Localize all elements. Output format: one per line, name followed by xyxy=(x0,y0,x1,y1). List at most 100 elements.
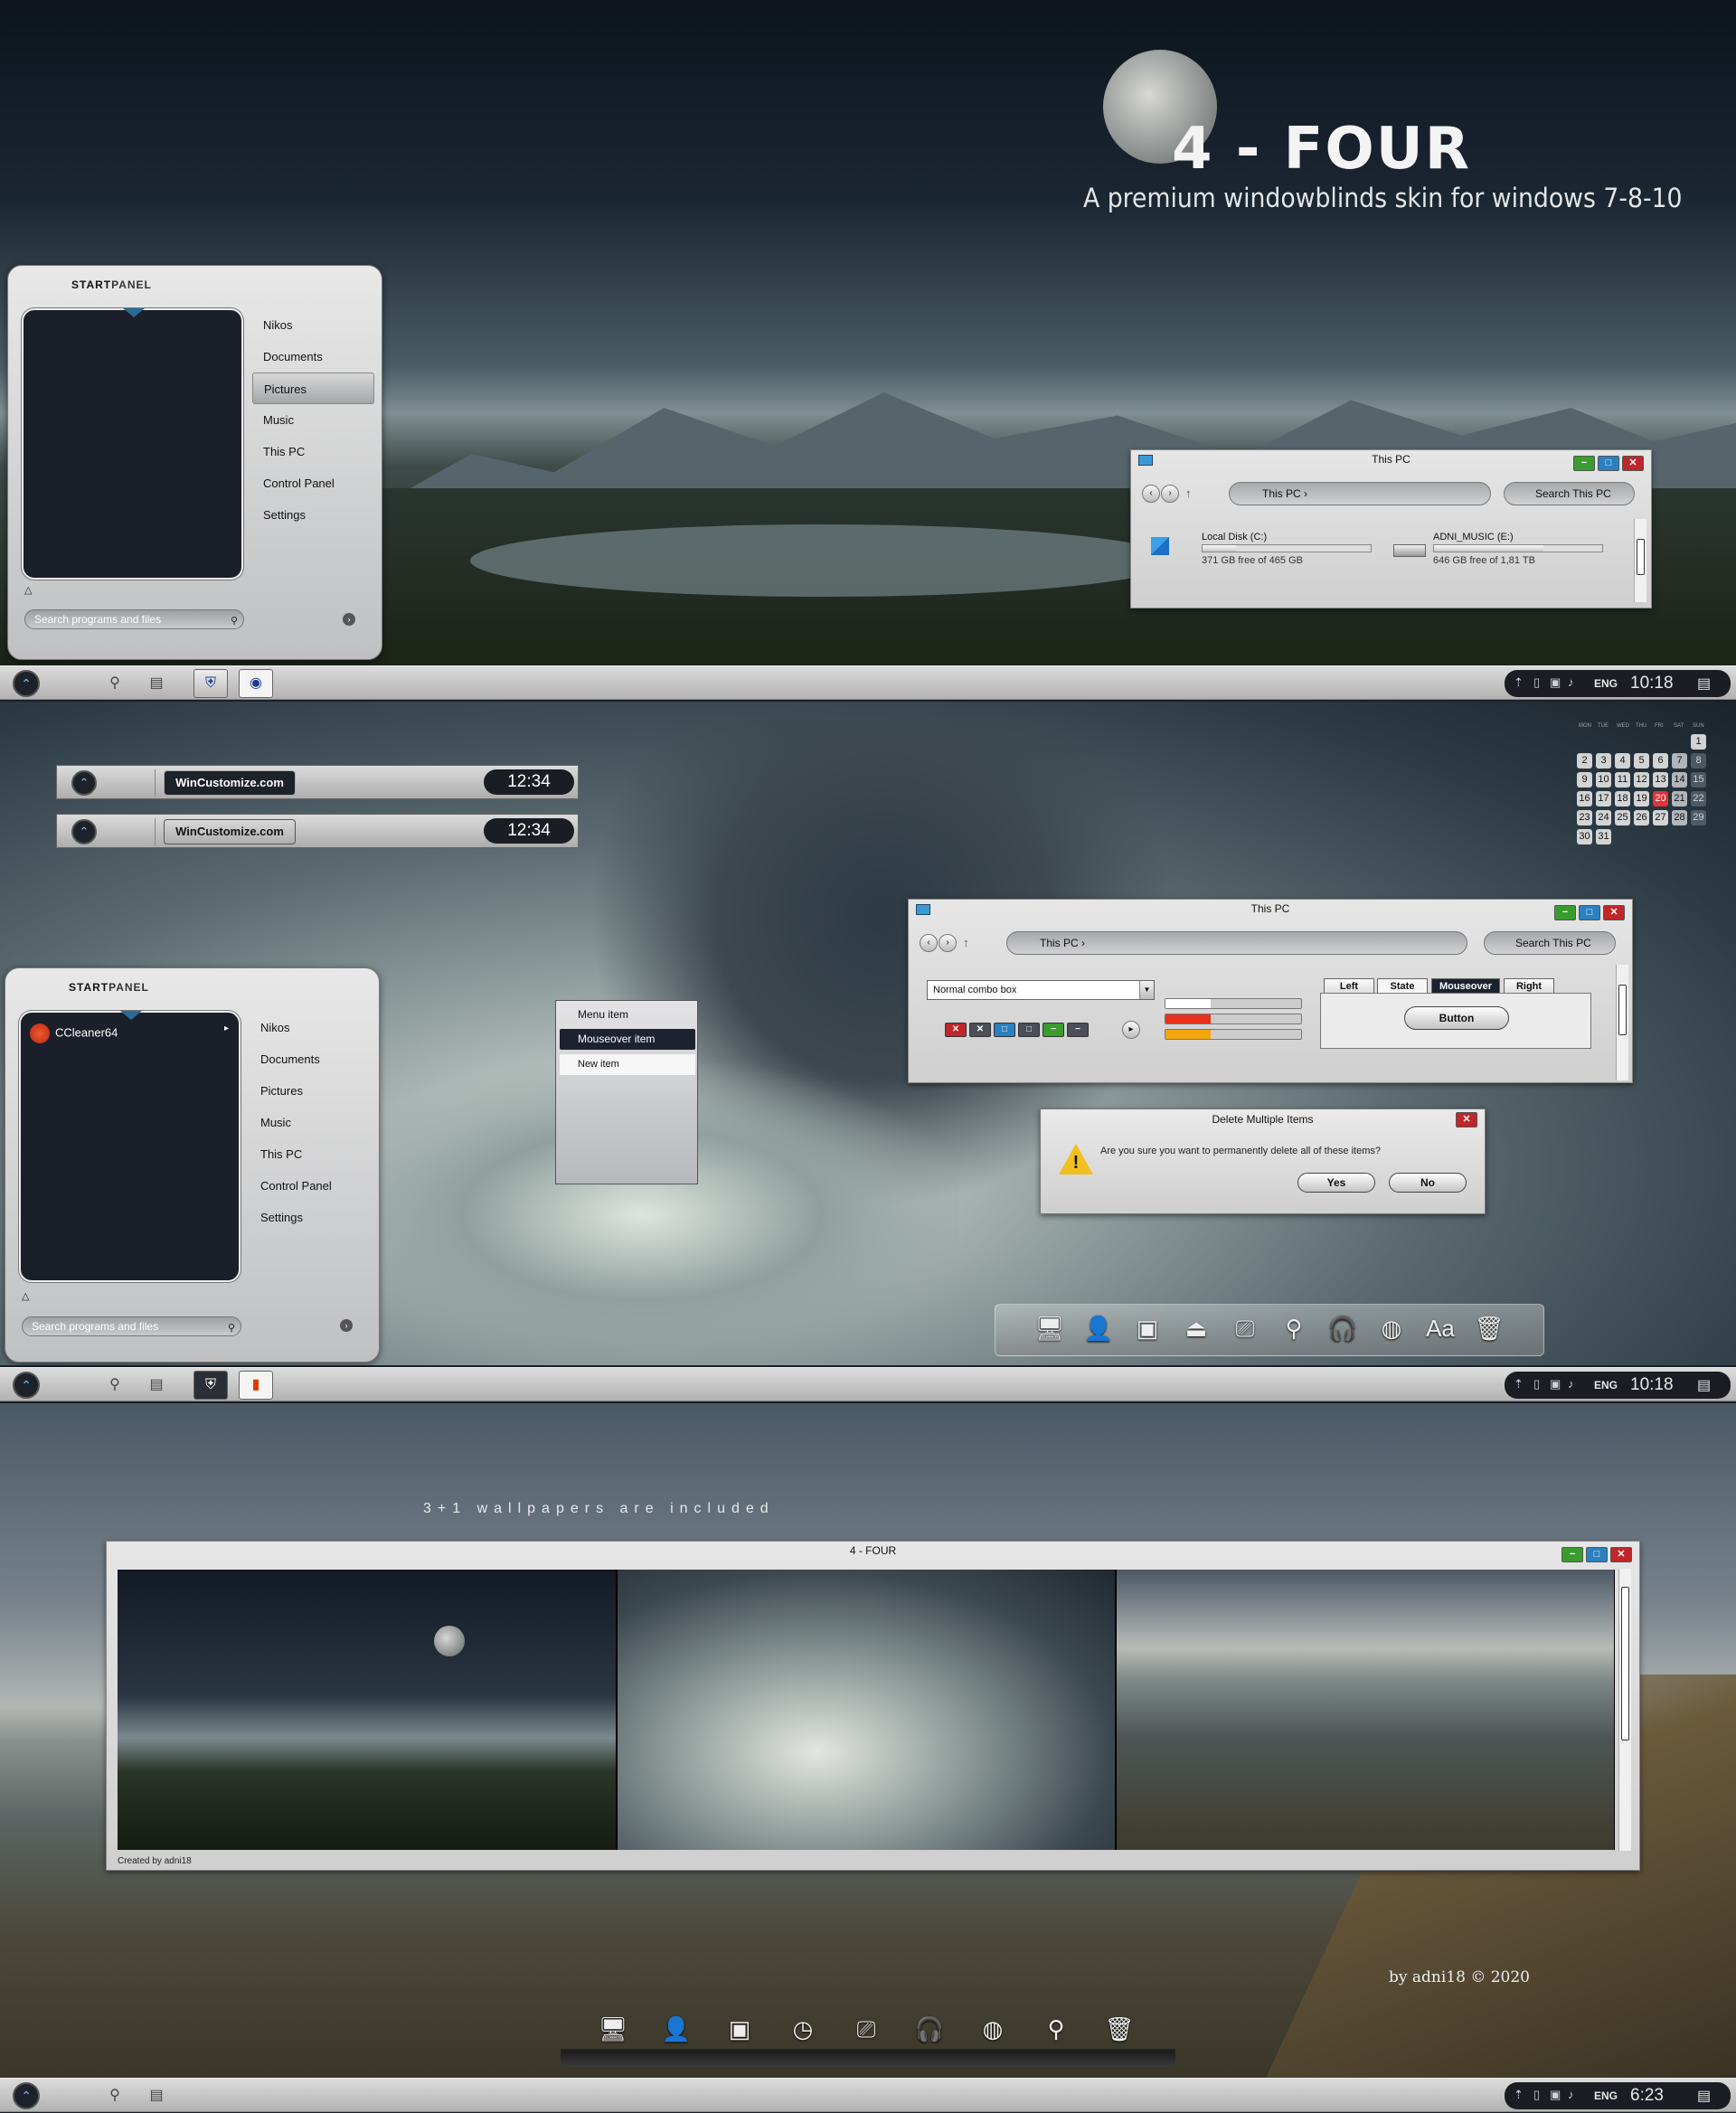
task-view-icon[interactable]: ▤ xyxy=(146,674,166,693)
start-item-pictures[interactable]: Pictures xyxy=(250,1075,372,1107)
calendar-day[interactable]: 14 xyxy=(1672,772,1687,788)
volume-icon[interactable]: ♪ xyxy=(1568,2088,1574,2101)
search-icon[interactable]: ⚲ xyxy=(105,1375,125,1395)
calendar-day[interactable]: 8 xyxy=(1691,753,1706,769)
calendar-day[interactable]: 5 xyxy=(1634,753,1649,769)
close-button[interactable]: ✕ xyxy=(1456,1112,1477,1127)
start-item-nikos[interactable]: Nikos xyxy=(252,309,374,341)
start-item-music[interactable]: Music xyxy=(250,1107,372,1138)
calendar-day[interactable]: 27 xyxy=(1653,810,1668,825)
triangle-up-icon[interactable]: △ xyxy=(24,584,32,596)
vertical-scrollbar[interactable] xyxy=(1616,965,1628,1080)
close-button-inactive-sample[interactable]: ✕ xyxy=(969,1023,991,1037)
start-orb-icon[interactable]: ⌃ xyxy=(71,819,97,844)
start-orb-icon[interactable]: ⌃ xyxy=(13,2082,40,2109)
calendar-day[interactable]: 31 xyxy=(1596,829,1611,844)
minimize-button-sample[interactable]: − xyxy=(1043,1023,1064,1037)
calendar-day[interactable]: 4 xyxy=(1615,753,1630,769)
start-item-control-panel[interactable]: Control Panel xyxy=(250,1170,372,1202)
calendar-day[interactable]: 16 xyxy=(1577,791,1592,807)
headphones-icon[interactable]: 🎧 xyxy=(911,2011,948,2047)
start-item-this-pc[interactable]: This PC xyxy=(250,1138,372,1170)
drive-icon[interactable]: ⏏ xyxy=(1178,1310,1214,1346)
language-indicator[interactable]: ENG xyxy=(1594,2089,1618,2102)
search-box[interactable]: Search This PC xyxy=(1484,931,1616,955)
start-orb-icon[interactable]: ⌃ xyxy=(13,670,40,697)
calendar-day[interactable]: 26 xyxy=(1634,810,1649,825)
start-orb-icon[interactable]: ⌃ xyxy=(71,770,97,796)
start-item-settings[interactable]: Settings xyxy=(252,499,374,531)
language-indicator[interactable]: ENG xyxy=(1594,1379,1618,1391)
search-icon[interactable]: ⚲ xyxy=(105,674,125,693)
maximize-button[interactable]: □ xyxy=(1586,1547,1608,1562)
notification-icon[interactable]: ▤ xyxy=(1697,674,1711,693)
wallpaper-thumbnail-beach[interactable] xyxy=(1117,1570,1615,1850)
up-icon[interactable]: ↑ xyxy=(963,936,969,949)
calendar-day[interactable]: 10 xyxy=(1596,772,1611,788)
vertical-scrollbar[interactable] xyxy=(1634,519,1646,602)
network-icon[interactable]: ▣ xyxy=(1550,675,1561,690)
start-item-documents[interactable]: Documents xyxy=(250,1043,372,1075)
calendar-day[interactable]: 2 xyxy=(1577,753,1592,769)
calendar-day[interactable]: 22 xyxy=(1691,791,1706,807)
calendar-day[interactable]: 7 xyxy=(1672,753,1687,769)
restore-button-sample[interactable]: □ xyxy=(994,1023,1015,1037)
minimize-button[interactable]: − xyxy=(1554,905,1576,920)
address-bar[interactable]: This PC › xyxy=(1229,482,1491,505)
network-icon[interactable]: ▣ xyxy=(722,2011,758,2047)
calendar-day[interactable]: 12 xyxy=(1634,772,1649,788)
usb-icon[interactable]: ▯ xyxy=(1533,2088,1540,2102)
yes-button[interactable]: Yes xyxy=(1297,1173,1375,1193)
wallpaper-thumbnail-ship[interactable] xyxy=(618,1570,1117,1850)
close-button-sample[interactable]: ✕ xyxy=(945,1023,967,1037)
combo-box[interactable]: Normal combo box ▼ xyxy=(927,980,1155,1000)
calendar-day[interactable]: 28 xyxy=(1672,810,1687,825)
triangle-up-icon[interactable]: △ xyxy=(22,1290,29,1302)
start-search-input[interactable]: Search programs and files ⚲ xyxy=(22,1316,241,1336)
calendar-day[interactable]: 25 xyxy=(1615,810,1630,825)
arrow-up-icon[interactable]: ⇡ xyxy=(1514,1377,1524,1391)
calendar-day[interactable]: 18 xyxy=(1615,791,1630,807)
taskbar-clock[interactable]: 6:23 xyxy=(1630,2086,1664,2106)
shield-icon[interactable]: ⛨ xyxy=(193,1371,228,1400)
address-bar[interactable]: This PC › xyxy=(1006,931,1467,955)
headphones-icon[interactable]: 🎧 xyxy=(1325,1310,1361,1346)
close-button[interactable]: ✕ xyxy=(1622,456,1644,471)
drive-e-name[interactable]: ADNI_MUSIC (E:) xyxy=(1433,532,1514,542)
forward-button[interactable]: › xyxy=(1161,485,1179,503)
taskbar-clock[interactable]: 10:18 xyxy=(1630,1375,1674,1395)
toolbar-clock[interactable]: 12:34 xyxy=(484,769,574,795)
calendar-day[interactable]: 9 xyxy=(1577,772,1592,788)
menu-item-new[interactable]: New item xyxy=(560,1054,695,1075)
volume-icon[interactable]: ♪ xyxy=(1568,1377,1574,1391)
user-icon[interactable]: 👤 xyxy=(1080,1310,1117,1346)
clock-icon[interactable]: ◷ xyxy=(785,2011,821,2047)
tab-right[interactable]: Right xyxy=(1504,978,1554,994)
calendar-day[interactable]: 29 xyxy=(1691,810,1706,825)
magnifier-icon[interactable]: ⚲ xyxy=(1276,1310,1312,1346)
start-item-nikos[interactable]: Nikos xyxy=(250,1012,372,1043)
start-item-pictures[interactable]: Pictures xyxy=(252,373,374,404)
close-button[interactable]: ✕ xyxy=(1610,1547,1632,1562)
calendar-day[interactable]: 1 xyxy=(1691,734,1706,750)
film-icon[interactable]: ⎚ xyxy=(1227,1310,1263,1346)
usb-icon[interactable]: ▯ xyxy=(1533,675,1540,690)
vertical-scrollbar[interactable] xyxy=(1618,1569,1631,1851)
forward-button[interactable]: › xyxy=(939,934,957,952)
minimize-button[interactable]: − xyxy=(1561,1547,1583,1562)
drive-c-name[interactable]: Local Disk (C:) xyxy=(1202,532,1267,542)
search-icon[interactable]: ⚲ xyxy=(105,2086,125,2106)
back-button[interactable]: ‹ xyxy=(1142,485,1160,503)
calendar-day[interactable]: 3 xyxy=(1596,753,1611,769)
globe-icon[interactable]: ◍ xyxy=(975,2011,1011,2047)
trash-icon[interactable]: 🗑 xyxy=(1471,1310,1507,1346)
calendar-day[interactable]: 23 xyxy=(1577,810,1592,825)
no-button[interactable]: No xyxy=(1389,1173,1467,1193)
pinned-app-ccleaner[interactable]: CCleaner64 ▸ xyxy=(30,1023,229,1043)
calendar-day[interactable]: 20 xyxy=(1653,791,1668,807)
film-icon[interactable]: ⎚ xyxy=(848,2011,884,2047)
tab-state[interactable]: State xyxy=(1377,978,1428,994)
chevron-down-icon[interactable]: ▼ xyxy=(1139,981,1154,999)
tab-left[interactable]: Left xyxy=(1324,978,1374,994)
tab-mouseover[interactable]: Mouseover xyxy=(1431,978,1500,994)
